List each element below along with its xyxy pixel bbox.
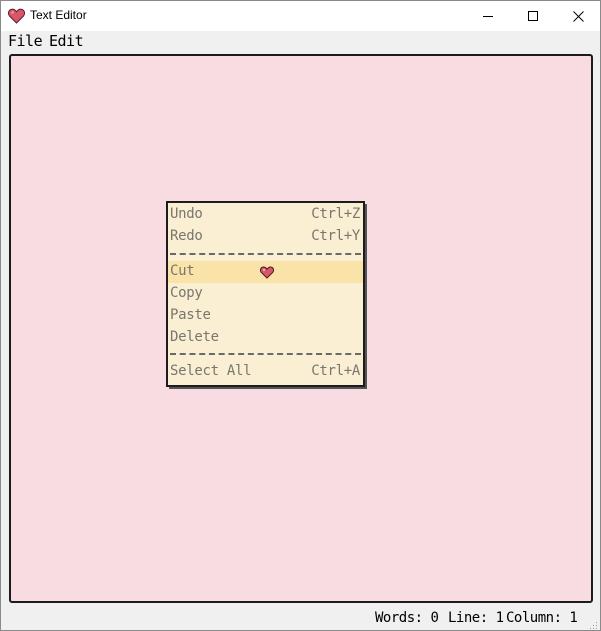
- line-number: Line: 1: [448, 610, 504, 626]
- menu-item-label: Copy: [170, 285, 203, 301]
- menu-item-label: Delete: [170, 329, 219, 345]
- maximize-icon: [528, 11, 538, 21]
- menu-item-shortcut: Ctrl+Z: [311, 206, 360, 222]
- title-bar[interactable]: Text Editor: [1, 1, 600, 31]
- menu-separator: [170, 253, 361, 255]
- menu-item-cut[interactable]: Cut: [168, 261, 363, 283]
- menu-edit[interactable]: Edit: [49, 32, 84, 50]
- menu-bar: File Edit: [1, 31, 600, 52]
- menu-item-shortcut: Ctrl+Y: [311, 228, 360, 244]
- menu-file[interactable]: File: [8, 32, 43, 50]
- heart-icon: [7, 8, 26, 24]
- close-icon: [572, 10, 584, 22]
- menu-item-label: Redo: [170, 228, 203, 244]
- menu-item-undo[interactable]: Undo Ctrl+Z: [168, 204, 363, 226]
- menu-item-redo[interactable]: Redo Ctrl+Y: [168, 226, 363, 248]
- word-count: Words: 0: [375, 610, 439, 626]
- menu-item-label: Paste: [170, 307, 211, 323]
- minimize-icon: [483, 16, 493, 17]
- context-menu: Undo Ctrl+Z Redo Ctrl+Y Cut Copy Paste D…: [166, 201, 365, 387]
- status-bar: Words: 0 Line: 1 Column: 1: [1, 605, 600, 630]
- menu-item-label: Cut: [170, 263, 195, 279]
- menu-item-shortcut: Ctrl+A: [311, 363, 360, 379]
- heart-cursor-icon: [259, 266, 275, 279]
- text-editor-window: Text Editor File Edit Undo Ctrl+Z Redo C…: [0, 0, 601, 631]
- menu-separator: [170, 353, 361, 355]
- menu-item-paste[interactable]: Paste: [168, 305, 363, 327]
- menu-item-label: Select All: [170, 363, 252, 379]
- close-button[interactable]: [555, 1, 601, 31]
- menu-item-select-all[interactable]: Select All Ctrl+A: [168, 361, 363, 383]
- menu-item-label: Undo: [170, 206, 203, 222]
- resize-grip-icon[interactable]: [588, 618, 598, 629]
- maximize-button[interactable]: [510, 1, 556, 31]
- column-number: Column: 1: [506, 610, 578, 626]
- menu-item-copy[interactable]: Copy: [168, 283, 363, 305]
- window-title: Text Editor: [30, 8, 87, 22]
- minimize-button[interactable]: [465, 1, 511, 31]
- menu-item-delete[interactable]: Delete: [168, 327, 363, 349]
